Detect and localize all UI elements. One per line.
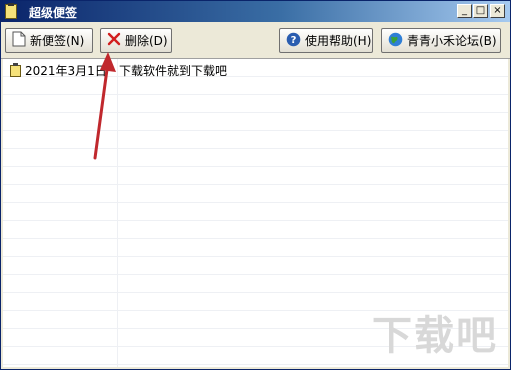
maximize-button[interactable]: □ <box>473 4 488 18</box>
delete-label: 删除(D) <box>125 34 168 48</box>
svg-text:?: ? <box>291 35 297 46</box>
close-button[interactable]: × <box>490 4 505 18</box>
watermark-logo: 下载吧 <box>372 313 498 359</box>
note-date: 2021年3月1日 <box>25 64 107 78</box>
new-note-label: 新便签(N) <box>30 34 85 48</box>
app-icon <box>5 3 17 19</box>
column-divider <box>117 59 118 367</box>
forum-label: 青青小禾论坛(B) <box>407 34 497 48</box>
help-label: 使用帮助(H) <box>305 34 372 48</box>
toolbar: 新便签(N) 删除(D) ? 使用帮助(H) 青青小禾论坛(B) <box>1 22 510 59</box>
window-title: 超级便签 <box>29 6 78 20</box>
forum-button[interactable]: 青青小禾论坛(B) <box>381 28 501 53</box>
note-icon <box>10 62 21 77</box>
new-document-icon <box>12 31 26 50</box>
delete-button[interactable]: 删除(D) <box>100 28 172 53</box>
globe-icon <box>388 32 403 50</box>
delete-x-icon <box>107 32 121 49</box>
app-window: 超级便签 _ □ × 新便签(N) 删除(D) ? 使用帮助(H) 青青小禾论坛… <box>0 0 511 370</box>
new-note-button[interactable]: 新便签(N) <box>5 28 93 53</box>
help-button[interactable]: ? 使用帮助(H) <box>279 28 373 53</box>
notes-list[interactable]: 2021年3月1日 下载软件就到下载吧 下载吧 <box>3 59 508 367</box>
list-item[interactable]: 2021年3月1日 下载软件就到下载吧 <box>3 62 508 79</box>
minimize-button[interactable]: _ <box>457 4 472 18</box>
title-bar[interactable]: 超级便签 _ □ × <box>1 1 510 22</box>
note-text: 下载软件就到下载吧 <box>119 64 228 78</box>
help-icon: ? <box>286 32 301 50</box>
